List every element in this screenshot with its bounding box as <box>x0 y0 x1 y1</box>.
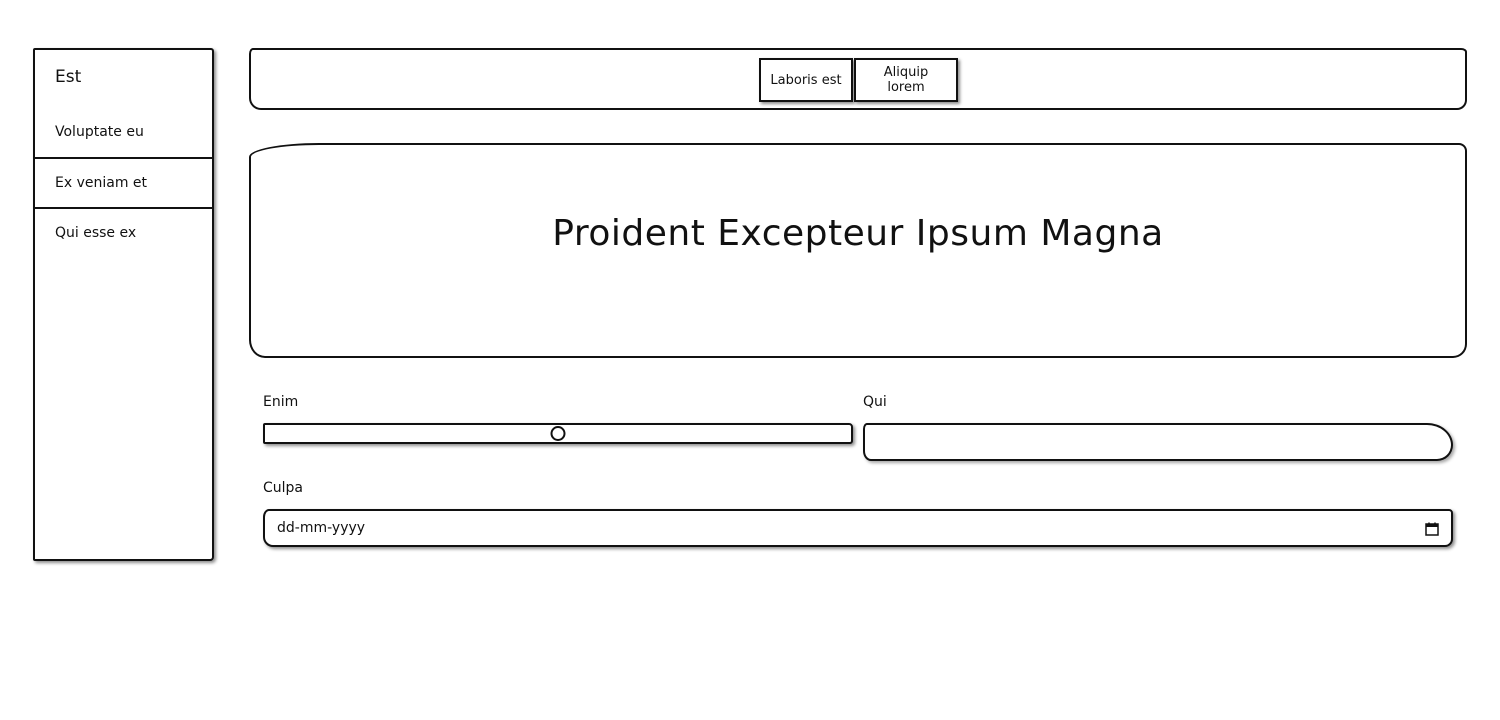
enim-slider[interactable] <box>263 423 853 444</box>
sidebar-title: Est <box>55 67 82 87</box>
date-placeholder: dd-mm-yyyy <box>277 520 366 536</box>
sidebar-item-label: Voluptate eu <box>55 124 144 140</box>
calendar-icon[interactable] <box>1425 521 1439 536</box>
culpa-label: Culpa <box>263 480 304 496</box>
hero-title: Proident Excepteur Ipsum Magna <box>552 212 1164 254</box>
sidebar-item-voluptate-eu[interactable]: Voluptate eu <box>35 107 212 157</box>
enim-label: Enim <box>263 394 299 410</box>
sidebar-item-label: Qui esse ex <box>55 225 137 241</box>
qui-input[interactable] <box>863 423 1453 461</box>
header-bar: Laboris est Aliquip lorem <box>249 48 1467 110</box>
hero-banner: Proident Excepteur Ipsum Magna <box>249 143 1467 358</box>
page: Est Voluptate eu Ex veniam et Qui esse e… <box>0 0 1500 720</box>
aliquip-lorem-button[interactable]: Aliquip lorem <box>854 58 958 102</box>
laboris-est-button[interactable]: Laboris est <box>759 58 853 102</box>
sidebar-item-ex-veniam-et[interactable]: Ex veniam et <box>35 157 212 207</box>
sidebar-item-label: Ex veniam et <box>55 175 148 191</box>
enim-slider-thumb[interactable] <box>550 426 566 441</box>
qui-label: Qui <box>863 394 887 410</box>
sidebar-item-qui-esse-ex[interactable]: Qui esse ex <box>35 207 212 257</box>
culpa-date-input[interactable]: dd-mm-yyyy <box>263 509 1453 547</box>
sidebar: Est Voluptate eu Ex veniam et Qui esse e… <box>33 48 214 561</box>
